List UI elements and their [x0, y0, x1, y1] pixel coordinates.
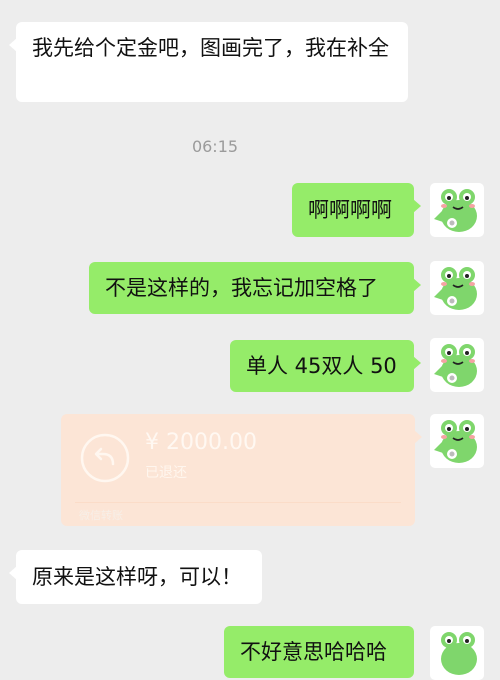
transfer-divider: [75, 502, 401, 503]
frog-avatar-icon: [441, 632, 477, 675]
transfer-card[interactable]: ¥ 2000.00 已退还 微信转账: [61, 414, 422, 526]
message-text: 我先给个定金吧，图画完了，我在补全: [32, 36, 389, 60]
message-bubble-right[interactable]: 不好意思哈哈哈: [224, 626, 414, 678]
frog-avatar-icon: [434, 189, 477, 232]
transfer-amount: ¥ 2000.00: [145, 430, 257, 455]
return-arrow-icon: [79, 432, 131, 484]
frog-avatar-icon: [434, 420, 477, 463]
transfer-footer: 微信转账: [79, 509, 123, 522]
message-bubble-right[interactable]: 不是这样的，我忘记加空格了: [89, 262, 421, 314]
message-text: 单人 45双人 50: [246, 354, 397, 378]
avatar[interactable]: [430, 626, 484, 680]
transfer-status: 已退还: [145, 465, 187, 481]
message-timestamp: 06:15: [191, 137, 239, 156]
avatar[interactable]: [430, 261, 484, 315]
avatar[interactable]: [430, 183, 484, 237]
frog-avatar-icon: [434, 344, 477, 387]
avatar[interactable]: [430, 338, 484, 392]
message-text: 不好意思哈哈哈: [240, 640, 387, 664]
message-text: 啊啊啊啊: [308, 198, 392, 222]
message-bubble-right[interactable]: 啊啊啊啊: [292, 183, 421, 237]
message-text: 原来是这样呀，可以！: [32, 565, 242, 589]
frog-avatar-icon: [434, 267, 477, 310]
message-bubble-left[interactable]: 我先给个定金吧，图画完了，我在补全: [9, 22, 408, 102]
message-text: 不是这样的，我忘记加空格了: [105, 276, 378, 300]
avatar[interactable]: [430, 414, 484, 468]
message-bubble-right[interactable]: 单人 45双人 50: [230, 340, 421, 392]
message-bubble-left[interactable]: 原来是这样呀，可以！: [9, 550, 262, 604]
